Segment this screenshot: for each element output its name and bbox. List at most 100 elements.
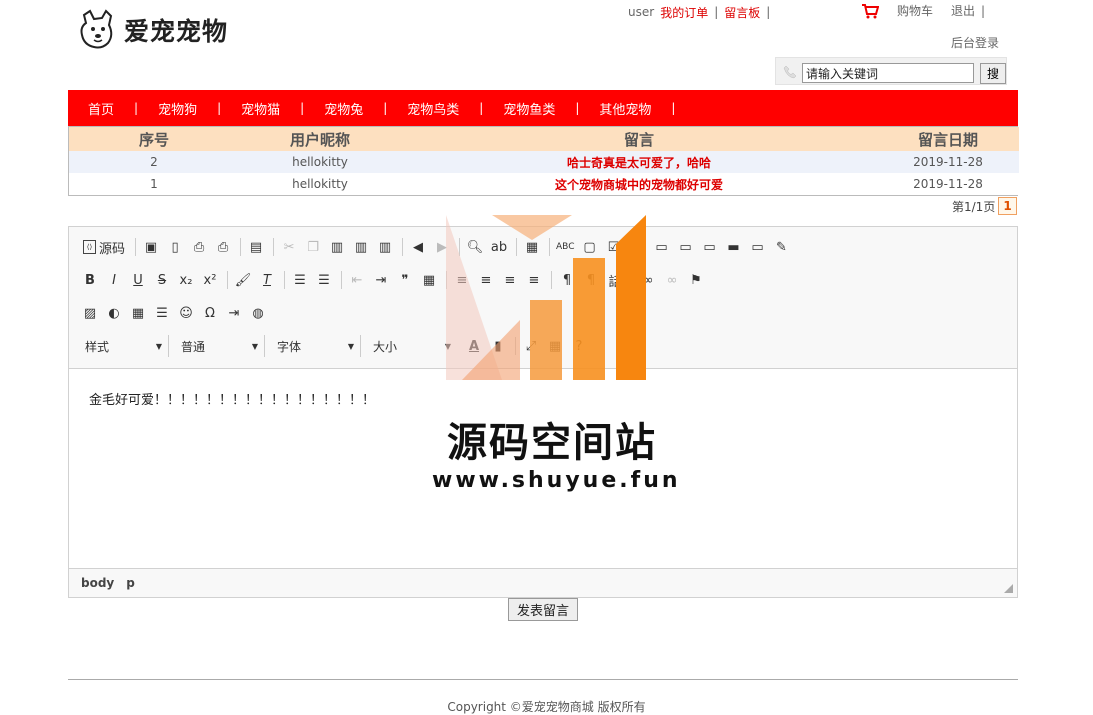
username-label: user	[628, 5, 655, 19]
cut-icon[interactable]: ✂	[278, 236, 300, 258]
outdent-icon[interactable]: ⇤	[346, 269, 368, 291]
textarea-icon[interactable]: ▭	[674, 236, 696, 258]
chevron-down-icon: ▼	[251, 341, 258, 351]
flash-icon[interactable]: ◐	[103, 302, 125, 324]
italic-icon[interactable]: I	[103, 269, 125, 291]
guestbook-link[interactable]: 留言板	[724, 4, 760, 21]
nav-item-home[interactable]: 首页	[68, 99, 134, 118]
toolbar-separator	[135, 238, 137, 256]
format-dropdown[interactable]: 普通 ▼	[175, 335, 265, 357]
row-no: 2	[69, 151, 239, 173]
bulleted-list-icon[interactable]: ☰	[313, 269, 335, 291]
pagination: 第1/1页 1	[952, 197, 1017, 215]
hidden-field-icon[interactable]: ✎	[770, 236, 792, 258]
toolbar-row-3: ▨ ◐ ▦ ☰ ☺ Ω ⇥ ◍	[79, 301, 271, 325]
special-char-icon[interactable]: Ω	[199, 302, 221, 324]
nav-item-dogs[interactable]: 宠物狗	[138, 99, 217, 118]
toolbar-separator	[341, 271, 342, 289]
cart-area: 购物车 退出 |	[861, 2, 985, 19]
column-header-message: 留言	[401, 127, 877, 151]
undo-icon[interactable]: ◀	[407, 236, 429, 258]
font-dropdown-value: 字体	[277, 339, 302, 354]
templates-icon[interactable]: ▤	[245, 236, 267, 258]
preview-icon[interactable]: ⎙	[188, 236, 210, 258]
table-row: 2 hellokitty 哈士奇真是太可爱了，哈哈 2019-11-28	[69, 151, 1019, 173]
logout-link[interactable]: 退出	[951, 2, 975, 19]
nav-item-cats[interactable]: 宠物猫	[221, 99, 300, 118]
superscript-icon[interactable]: x²	[199, 269, 221, 291]
top-user-links: user 我的订单 | 留言板 |	[628, 4, 776, 20]
copyright-text: Copyright ©爱宠宠物商城 版权所有	[447, 700, 646, 714]
link-separator: |	[766, 5, 771, 19]
bold-icon[interactable]: B	[79, 269, 101, 291]
admin-login-link[interactable]: 后台登录	[951, 34, 999, 51]
page-info: 第1/1页	[952, 199, 996, 214]
row-date: 2019-11-28	[877, 151, 1019, 173]
toolbar-separator	[402, 238, 404, 256]
post-message-button[interactable]: 发表留言	[508, 598, 578, 621]
style-dropdown[interactable]: 样式 ▼	[79, 335, 169, 357]
watermark: 源码空间站 www.shuyue.fun	[432, 210, 681, 500]
editor-content-text: 金毛好可爱！！！！！！！！！！！！！！！！！	[89, 393, 376, 408]
anchor-flag-icon[interactable]: ⚑	[685, 269, 707, 291]
save-icon[interactable]: ▣	[140, 236, 162, 258]
paste-word-icon[interactable]: ▥	[374, 236, 396, 258]
numbered-list-icon[interactable]: ☰	[289, 269, 311, 291]
nav-separator: |	[671, 101, 676, 115]
watermark-url: www.shuyue.fun	[432, 468, 681, 493]
remove-format-icon[interactable]: T	[256, 269, 278, 291]
horizontal-line-icon[interactable]: ☰	[151, 302, 173, 324]
button-field-icon[interactable]: ▬	[722, 236, 744, 258]
smiley-icon[interactable]: ☺	[175, 302, 197, 324]
select-field-icon[interactable]: ▭	[698, 236, 720, 258]
search-button[interactable]: 搜	[980, 63, 1006, 84]
editor-status-bar: body p	[69, 568, 1017, 597]
underline-icon[interactable]: U	[127, 269, 149, 291]
site-logo[interactable]: 爱宠宠物	[78, 8, 238, 52]
subscript-icon[interactable]: x₂	[175, 269, 197, 291]
row-message: 这个宠物商城中的宠物都好可爱	[401, 173, 877, 195]
search-input[interactable]	[802, 63, 974, 83]
font-dropdown[interactable]: 字体 ▼	[271, 335, 361, 357]
table-header-row: 序号 用户昵称 留言 留言日期	[69, 127, 1019, 151]
nav-item-birds[interactable]: 宠物鸟类	[387, 99, 479, 118]
table-icon[interactable]: ▦	[127, 302, 149, 324]
table-row: 1 hellokitty 这个宠物商城中的宠物都好可爱 2019-11-28	[69, 173, 1019, 195]
column-header-user: 用户昵称	[239, 127, 401, 151]
resize-handle-icon[interactable]	[1004, 584, 1013, 593]
page-break-icon[interactable]: ⇥	[223, 302, 245, 324]
source-button[interactable]: ⟨⟩ 源码	[79, 236, 129, 258]
source-icon: ⟨⟩	[83, 240, 96, 254]
paste-icon[interactable]: ▥	[326, 236, 348, 258]
element-path-p[interactable]: p	[126, 576, 135, 590]
new-page-icon[interactable]: ▯	[164, 236, 186, 258]
watermark-bars-icon	[446, 215, 646, 380]
cart-link[interactable]: 购物车	[897, 2, 933, 19]
print-icon[interactable]: ⎙	[212, 236, 234, 258]
shopping-cart-icon[interactable]	[861, 3, 879, 19]
blockquote-icon[interactable]: ❞	[394, 269, 416, 291]
strikethrough-icon[interactable]: S	[151, 269, 173, 291]
iframe-globe-icon[interactable]: ◍	[247, 302, 269, 324]
paste-text-icon[interactable]: ▥	[350, 236, 372, 258]
style-dropdown-value: 样式	[85, 339, 110, 354]
search-bar: 搜	[775, 57, 1007, 85]
dog-logo-icon	[80, 9, 113, 49]
link-separator: |	[981, 3, 986, 18]
phone-icon	[783, 65, 797, 79]
page-number-current[interactable]: 1	[998, 197, 1017, 215]
copy-format-icon[interactable]: 🖌︎	[232, 269, 254, 291]
nav-item-fish[interactable]: 宠物鱼类	[483, 99, 575, 118]
footer-divider	[68, 679, 1018, 680]
nav-item-other-pets[interactable]: 其他宠物	[579, 99, 671, 118]
image-icon[interactable]: ▨	[79, 302, 101, 324]
chevron-down-icon: ▼	[155, 341, 162, 351]
toolbar-separator	[240, 238, 242, 256]
nav-item-rabbits[interactable]: 宠物兔	[304, 99, 383, 118]
image-button-icon[interactable]: ▭	[746, 236, 768, 258]
my-orders-link[interactable]: 我的订单	[660, 4, 708, 21]
row-user: hellokitty	[239, 173, 401, 195]
element-path-body[interactable]: body	[81, 576, 114, 590]
indent-icon[interactable]: ⇥	[370, 269, 392, 291]
copy-icon[interactable]: ❐	[302, 236, 324, 258]
